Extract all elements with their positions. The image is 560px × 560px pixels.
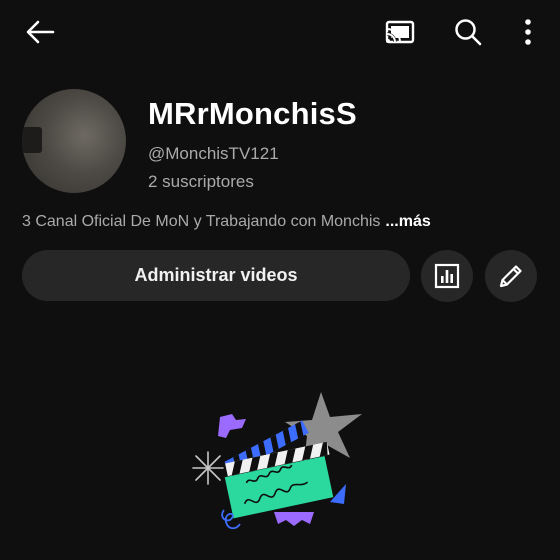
edit-pencil-icon bbox=[499, 265, 522, 288]
channel-screen: MRrMonchisS @MonchisTV121 2 suscriptores… bbox=[0, 0, 560, 560]
search-button[interactable] bbox=[446, 12, 490, 52]
search-icon bbox=[455, 19, 482, 46]
clapperboard-illustration bbox=[192, 392, 362, 530]
purple-shape bbox=[218, 414, 246, 438]
channel-handle: @MonchisTV121 bbox=[148, 144, 279, 163]
more-vertical-icon bbox=[525, 19, 531, 45]
arrow-left-icon bbox=[26, 20, 55, 44]
subscriber-count: 2 suscriptores bbox=[148, 172, 254, 191]
channel-description[interactable]: 3 Canal Oficial De MoN y Trabajando con … bbox=[22, 213, 431, 231]
purple-bottom-shape bbox=[274, 512, 314, 526]
avatar-shadow bbox=[22, 127, 42, 153]
top-app-bar bbox=[0, 0, 560, 64]
cast-button[interactable] bbox=[378, 12, 422, 52]
more-options-button[interactable] bbox=[508, 12, 548, 52]
more-link[interactable]: ...más bbox=[385, 213, 430, 230]
sparkle-shape bbox=[192, 451, 224, 485]
analytics-icon bbox=[434, 263, 460, 289]
description-text: 3 Canal Oficial De MoN y Trabajando con … bbox=[22, 213, 381, 230]
analytics-button[interactable] bbox=[421, 250, 473, 302]
manage-videos-button[interactable]: Administrar videos bbox=[22, 250, 410, 301]
cast-icon bbox=[385, 20, 415, 44]
back-button[interactable] bbox=[18, 12, 62, 52]
channel-name: MRrMonchisS bbox=[148, 96, 357, 131]
edit-channel-button[interactable] bbox=[485, 250, 537, 302]
channel-avatar[interactable] bbox=[22, 89, 126, 193]
